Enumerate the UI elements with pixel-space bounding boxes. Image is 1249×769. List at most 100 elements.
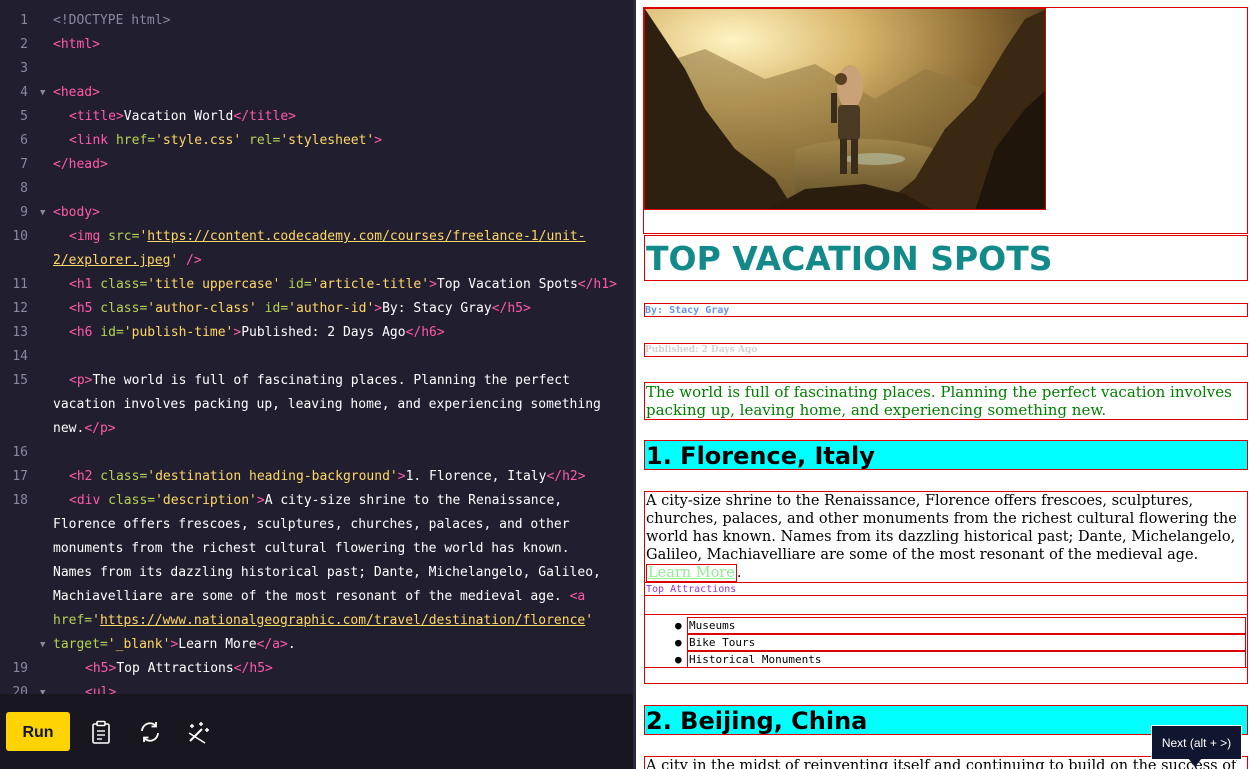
code-token: '_blank' [107,637,171,652]
code-token: href= [108,133,156,148]
code-token: The world is full of fascinating places.… [53,373,609,436]
code-token: </h5> [491,301,531,316]
code-line: <h2 class='destination heading-backgroun… [69,465,633,489]
code-link[interactable]: https://www.nationalgeographic.com/trave… [100,613,585,628]
code-token: <body> [53,205,100,220]
code-token: <link [69,133,109,148]
code-token: id= [92,325,124,340]
code-token: </title> [233,109,296,124]
code-line: <!DOCTYPE html> [53,9,628,33]
code-token: Top Vacation Spots [436,277,578,292]
line-number: 10 [12,229,28,244]
attractions-heading: Top Attractions [644,582,1248,596]
code-token: ' [92,613,100,628]
code-token: src= [100,229,140,244]
code-token: <a [569,589,586,604]
line-number: 1 [20,13,28,28]
code-line: <link href='style.css' rel='stylesheet'> [69,129,633,153]
magic-wand-icon[interactable] [185,719,211,745]
code-token: </a> [256,637,288,652]
clipboard-icon[interactable] [89,719,115,745]
code-token: 'stylesheet' [280,133,375,148]
code-editor[interactable]: 1 2 3 4 5 6 7 8 9 10 11 12 13 14 15 16 1… [0,0,633,694]
code-token: id= [280,277,312,292]
editor-toolbar: Run [0,694,633,769]
code-token: 'author-id' [288,301,375,316]
line-number: 13 [12,325,28,340]
line-number: 18 [12,493,28,508]
code-token: By: Stacy Gray [382,301,492,316]
page-title: TOP VACATION SPOTS [644,235,1248,281]
line-number: 3 [20,61,28,76]
browser-preview[interactable]: TOP VACATION SPOTS By: Stacy Gray Publis… [636,0,1249,769]
code-token: </p> [84,421,116,436]
list-item-label: Museums [689,619,736,632]
line-number: 17 [12,469,28,484]
code-token: 'destination heading-background' [147,469,398,484]
line-number: 12 [12,301,28,316]
next-tooltip[interactable]: Next (alt + >) [1151,725,1242,760]
attractions-list: ● Museums ● Bike Tours ● Historical Monumen… [644,614,1248,668]
code-token: </h5> [233,661,273,676]
code-token: <img [69,229,101,244]
code-token: href= [53,613,93,628]
code-token: A city-size shrine to the Renaissance, F… [53,493,609,604]
code-token: rel= [241,133,281,148]
code-token: Learn More [178,637,257,652]
code-line: <html> [53,33,628,57]
code-token: > [374,301,383,316]
fold-arrow-icon[interactable]: ▼ [40,201,45,225]
line-number: 4 [20,85,28,100]
code-token: 'publish-time' [123,325,234,340]
line-number: 15 [12,373,28,388]
code-token: 'title uppercase' [147,277,281,292]
run-button[interactable]: Run [6,712,70,751]
fold-arrow-icon[interactable]: ▼ [40,633,45,657]
code-token: > [429,277,437,292]
line-number: 14 [12,349,28,364]
fold-arrow-icon[interactable]: ▼ [40,81,45,105]
code-token: <!DOCTYPE html> [53,13,171,28]
publish-time: Published: 2 Days Ago [644,343,1248,357]
code-token: > [397,469,406,484]
code-line: <div class='description'>A city-size shr… [53,489,613,657]
line-number: 19 [12,661,28,676]
code-token: </h6> [405,325,445,340]
code-token: <h6 [69,325,93,340]
code-line: </head> [53,153,628,177]
author-byline: By: Stacy Gray [644,303,1248,317]
code-token: <html> [53,37,100,52]
code-token: <ul> [85,685,117,694]
code-line: <h5 class='author-class' id='author-id'>… [69,297,633,321]
explorer-photo [644,8,1046,210]
line-number: 5 [20,109,28,124]
list-item: ● Bike Tours [675,634,1246,651]
code-token: <p> [69,373,93,388]
tooltip-arrow [1188,758,1202,767]
line-number: 20 [12,685,28,694]
fold-arrow-icon[interactable]: ▼ [40,681,45,694]
code-token: class= [92,277,148,292]
learn-more-link[interactable]: Learn More [646,564,737,582]
code-token: > [374,133,383,148]
code-token: > [256,493,265,508]
code-token: . [287,637,296,652]
code-token: <title> [69,109,124,124]
code-line: <img src='https://content.codecademy.com… [53,225,613,273]
code-token: ' [585,613,594,628]
code-token: 'author-class' [147,301,257,316]
code-token: id= [256,301,289,316]
line-number: 2 [20,37,28,52]
code-token: /> [178,253,202,268]
code-token: 'article-title' [311,277,430,292]
code-token: </h2> [546,469,586,484]
line-number: 11 [12,277,28,292]
code-token: class= [100,493,156,508]
code-token: <h5> [85,661,117,676]
code-line: <h6 id='publish-time'>Published: 2 Days … [69,321,633,345]
code-token: </head> [53,157,108,172]
code-line: <ul> [85,681,633,694]
refresh-icon[interactable] [137,719,163,745]
code-line: <h1 class='title uppercase' id='article-… [69,273,633,297]
intro-paragraph: The world is full of fascinating places.… [644,382,1248,420]
